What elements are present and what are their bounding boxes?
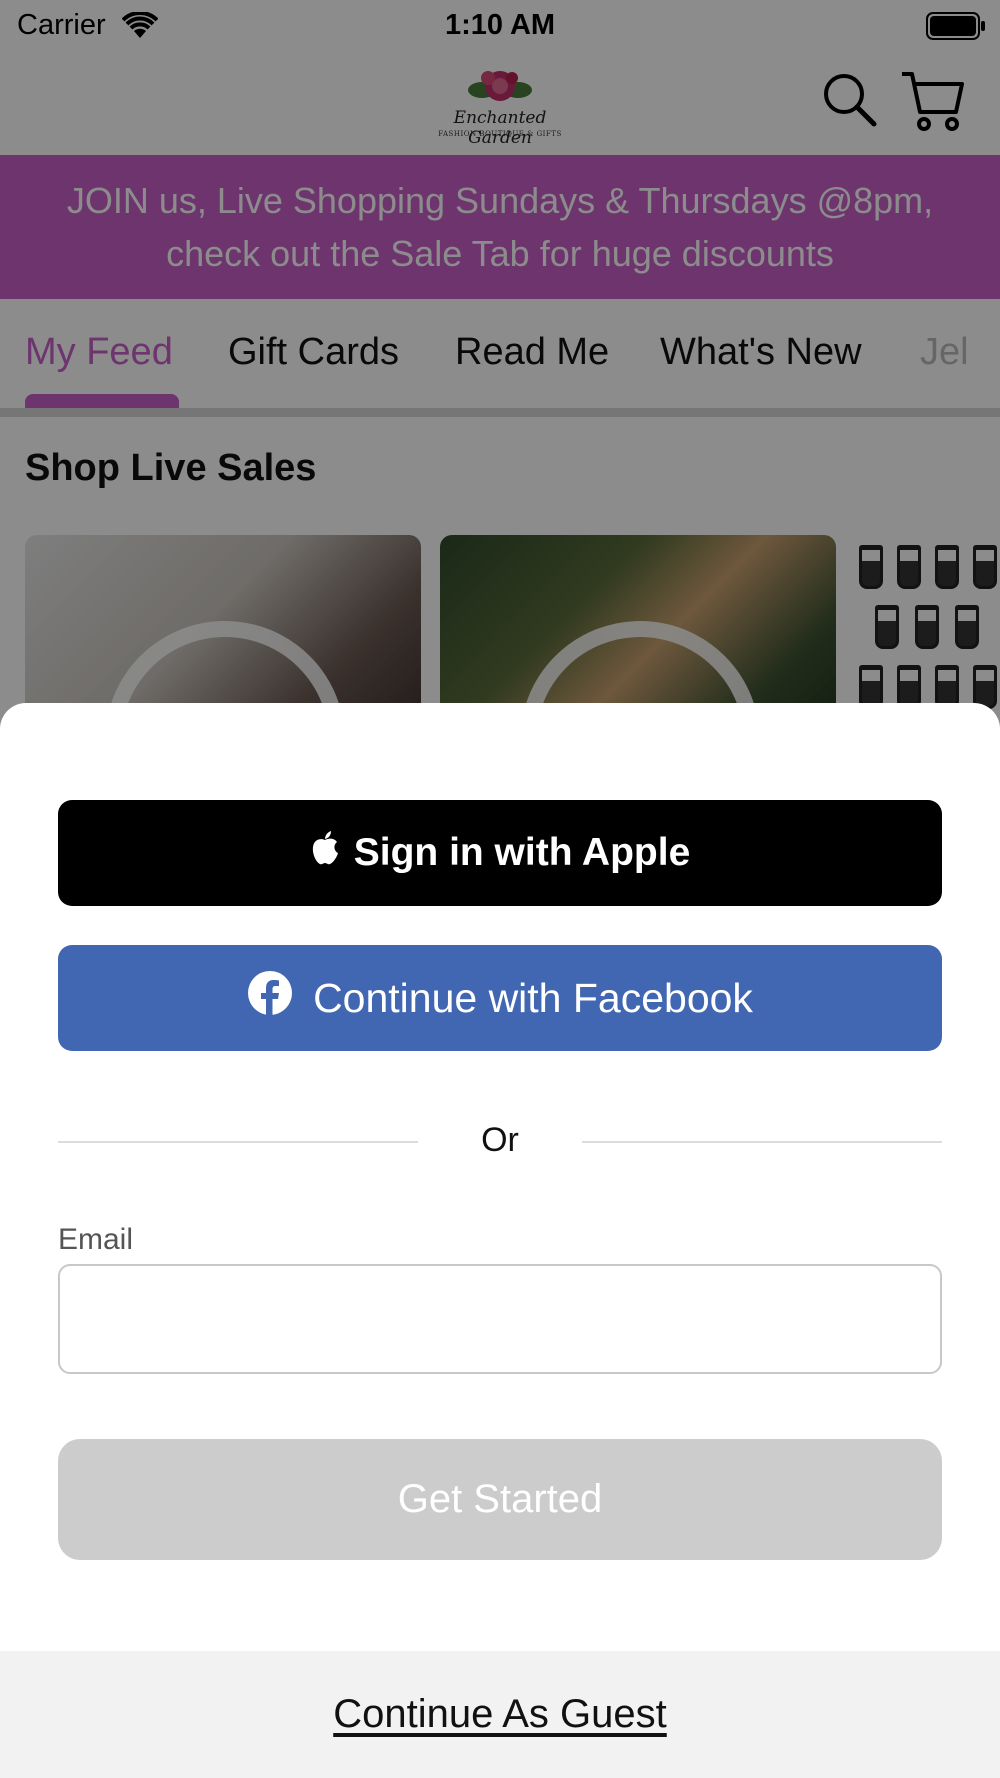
guest-bar: Continue As Guest — [0, 1651, 1000, 1778]
email-field[interactable] — [58, 1264, 942, 1374]
facebook-icon — [247, 970, 293, 1026]
apple-icon — [310, 830, 340, 876]
get-started-button[interactable]: Get Started — [58, 1439, 942, 1560]
continue-as-guest-link[interactable]: Continue As Guest — [333, 1692, 667, 1737]
sign-in-with-apple-button[interactable]: Sign in with Apple — [58, 800, 942, 906]
facebook-button-label: Continue with Facebook — [313, 974, 753, 1021]
apple-button-label: Sign in with Apple — [353, 831, 691, 874]
divider-right — [582, 1141, 942, 1143]
email-label: Email — [58, 1223, 134, 1256]
continue-with-facebook-button[interactable]: Continue with Facebook — [58, 945, 942, 1051]
login-sheet: Sign in with Apple Continue with Faceboo… — [0, 703, 1000, 1778]
